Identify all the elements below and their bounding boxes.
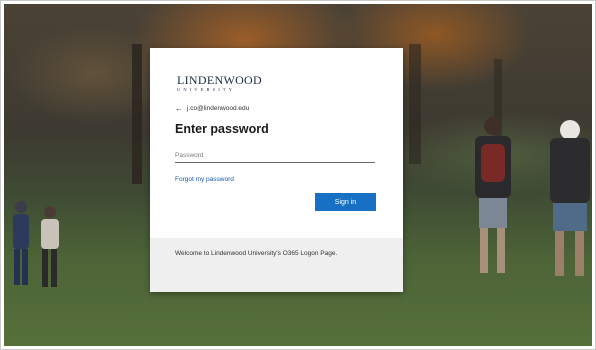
welcome-footer: Welcome to Lindenwood University's O365 … <box>150 238 403 292</box>
left-arrow-icon[interactable]: ← <box>175 104 183 113</box>
person-left-1 <box>13 201 29 285</box>
signin-form-area: LINDENWOOD UNIVERSITY ← j.co@lindenwood.… <box>150 48 403 238</box>
account-email: j.co@lindenwood.edu <box>187 105 250 112</box>
person-right-2 <box>550 120 590 276</box>
person-right-1 <box>475 117 511 273</box>
welcome-message: Welcome to Lindenwood University's O365 … <box>175 250 338 257</box>
sign-in-button[interactable]: Sign in <box>315 193 376 211</box>
screenshot-frame: LINDENWOOD UNIVERSITY ← j.co@lindenwood.… <box>0 0 596 350</box>
person-left-2 <box>41 206 59 287</box>
page-title: Enter password <box>175 122 269 136</box>
logo-name: LINDENWOOD <box>177 73 262 87</box>
signin-dialog: LINDENWOOD UNIVERSITY ← j.co@lindenwood.… <box>150 48 403 292</box>
password-input[interactable] <box>175 148 375 163</box>
back-to-account[interactable]: ← j.co@lindenwood.edu <box>175 104 249 113</box>
forgot-password-link[interactable]: Forgot my password <box>175 176 234 183</box>
logo-subtitle: UNIVERSITY <box>177 87 235 92</box>
tree-trunk <box>132 44 142 184</box>
tree-trunk <box>409 44 421 164</box>
university-logo: LINDENWOOD UNIVERSITY <box>177 74 277 93</box>
